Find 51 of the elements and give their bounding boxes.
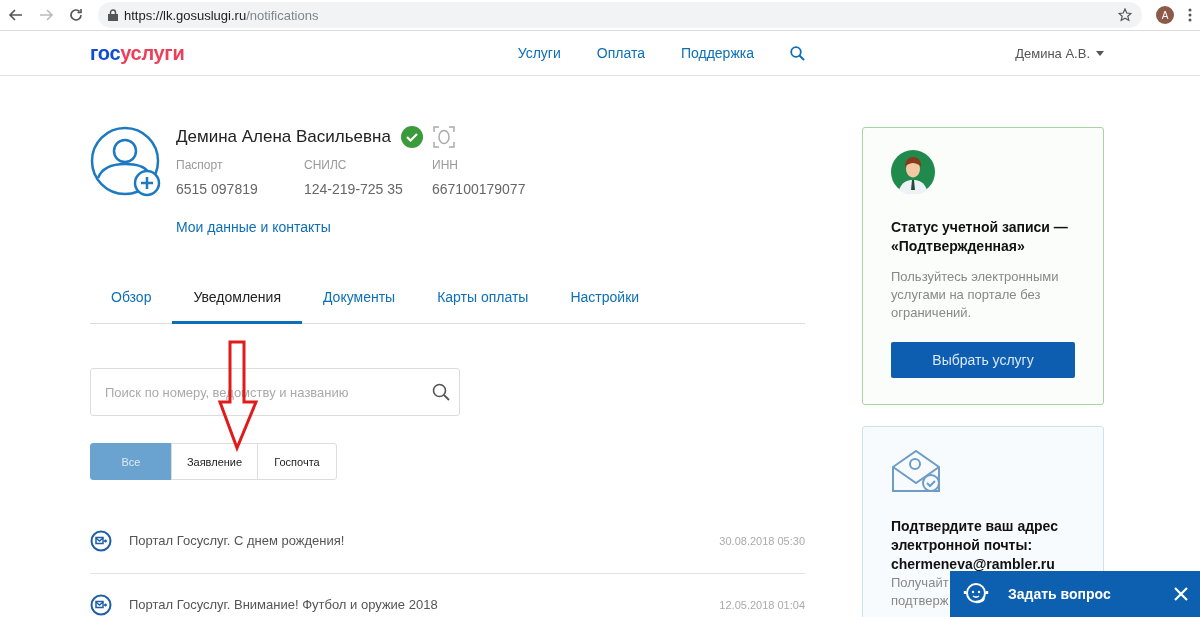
contacts-link[interactable]: Мои данные и контакты [176,219,560,235]
lock-icon [108,9,118,21]
field-label: Паспорт [176,158,224,172]
notification-date: 30.08.2018 05:30 [719,534,805,547]
tab[interactable]: Обзор [90,289,173,324]
user-menu[interactable]: Демина А.В. [1015,45,1104,61]
menu-icon[interactable] [1188,8,1192,22]
search-icon[interactable] [790,45,805,61]
tab[interactable]: Настройки [549,289,661,324]
card-title: Статус учетной записи — «Подтвержденная» [891,218,1069,256]
notification-date: 12.05.2018 01:04 [719,598,805,611]
profile-avatar[interactable]: A [1156,6,1174,24]
choose-service-button[interactable]: Выбрать услугу [891,342,1075,378]
notification-title[interactable]: Портал Госуслуг. С днем рождения! [129,533,720,548]
card-text: Получайт [891,574,949,592]
tab[interactable]: Уведомления [172,289,302,324]
email-address: chermeneva@rambler.ru [891,555,1056,574]
nav-link[interactable]: Оплата [596,45,645,61]
reload-icon[interactable] [68,7,84,23]
notification-title[interactable]: Портал Госуслуг. Внимание! Футбол и оружие 2018 [129,597,720,612]
mail-icon [90,529,112,552]
nav-link[interactable]: Поддержка [680,45,754,61]
url-host: https://lk.gosuslugi.ru [124,7,247,23]
tab[interactable]: Документы [302,289,417,324]
field-label: ИНН [432,158,459,172]
card-text: Пользуйтесь электронными услугами на портале без ограничений. [891,268,1060,322]
field-value: 124-219-725 35 [304,181,404,197]
user-avatar-icon[interactable] [90,126,162,198]
ask-question-button[interactable]: Задать вопрос [1008,586,1156,602]
chat-widget[interactable]: Задать вопрос [950,571,1200,617]
field-value: 6515 097819 [176,181,259,197]
field-value: 667100179077 [432,181,527,197]
logo[interactable]: госуслуги [90,41,185,65]
caret-icon [1096,50,1104,56]
tab[interactable]: Карты оплаты [416,289,550,324]
search-icon[interactable] [432,383,450,401]
person-icon [891,150,935,194]
back-icon[interactable] [8,7,24,23]
card-title: Подтвердите ваш адрес электронной почты: [891,517,1059,555]
field-label: СНИЛС [304,158,348,172]
url-path: /notifications [246,7,319,23]
card-text: подтверж [891,592,949,610]
envelope-icon [891,449,941,493]
bookmark-star-icon[interactable] [1118,8,1132,22]
filter-button[interactable]: Госпочта [257,443,337,480]
nav-link[interactable]: Услуги [517,45,561,61]
mail-icon [90,593,112,616]
close-icon[interactable] [1174,587,1188,601]
user-name: Демина Алена Васильевна [176,127,391,147]
address-bar[interactable]: https://lk.gosuslugi.ru/notifications [98,2,1142,28]
filter-button[interactable]: Заявление [171,443,258,480]
